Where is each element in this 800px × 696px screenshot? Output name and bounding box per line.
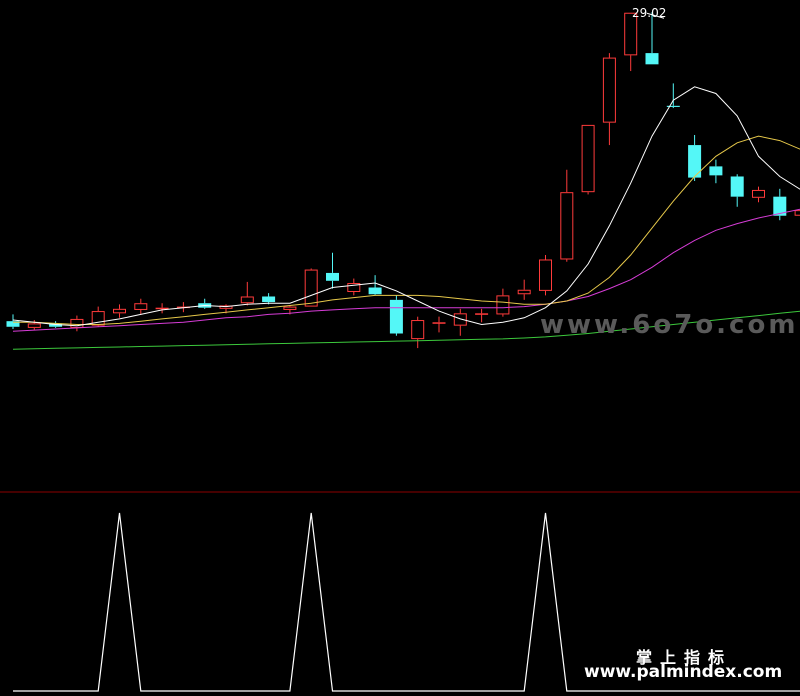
candle-body-up <box>539 259 552 291</box>
candle-body-up <box>752 189 765 198</box>
candle-body-down <box>666 105 680 107</box>
stock-chart <box>0 12 800 692</box>
candle-body-up <box>113 308 126 314</box>
candle-body-up <box>475 313 489 315</box>
candle-body-down <box>730 176 744 197</box>
candle-body-up <box>283 306 297 310</box>
candle-body-up <box>134 303 148 310</box>
candle-body-down <box>368 287 382 295</box>
candle-body-up <box>517 289 531 295</box>
watermark-palmindex: www.palmindex.com <box>584 662 783 682</box>
candlestick-series <box>6 12 800 349</box>
candle-body-up <box>432 322 446 324</box>
candle-body-up <box>496 295 510 315</box>
candle-body-down <box>389 299 403 334</box>
candle-body-up <box>560 192 574 260</box>
candle-body-up <box>581 124 595 193</box>
candle-body-up <box>794 210 800 216</box>
ma5-line <box>12 86 800 327</box>
candle-body-up <box>27 323 41 328</box>
candle-body-up <box>155 307 169 310</box>
candle-body-down <box>645 53 659 65</box>
candle-body-up <box>304 269 318 307</box>
peak-price-label: 29.02 <box>632 6 667 20</box>
candle-body-down <box>709 166 723 176</box>
candle-body-up <box>453 313 467 326</box>
watermark-6o7o: www.6o7o.com <box>540 310 799 340</box>
candle-body-up <box>602 57 616 123</box>
candle-body-down <box>326 272 339 281</box>
candle-body-up <box>411 320 425 340</box>
candle-body-down <box>262 296 276 303</box>
candle-body-up <box>240 296 254 304</box>
